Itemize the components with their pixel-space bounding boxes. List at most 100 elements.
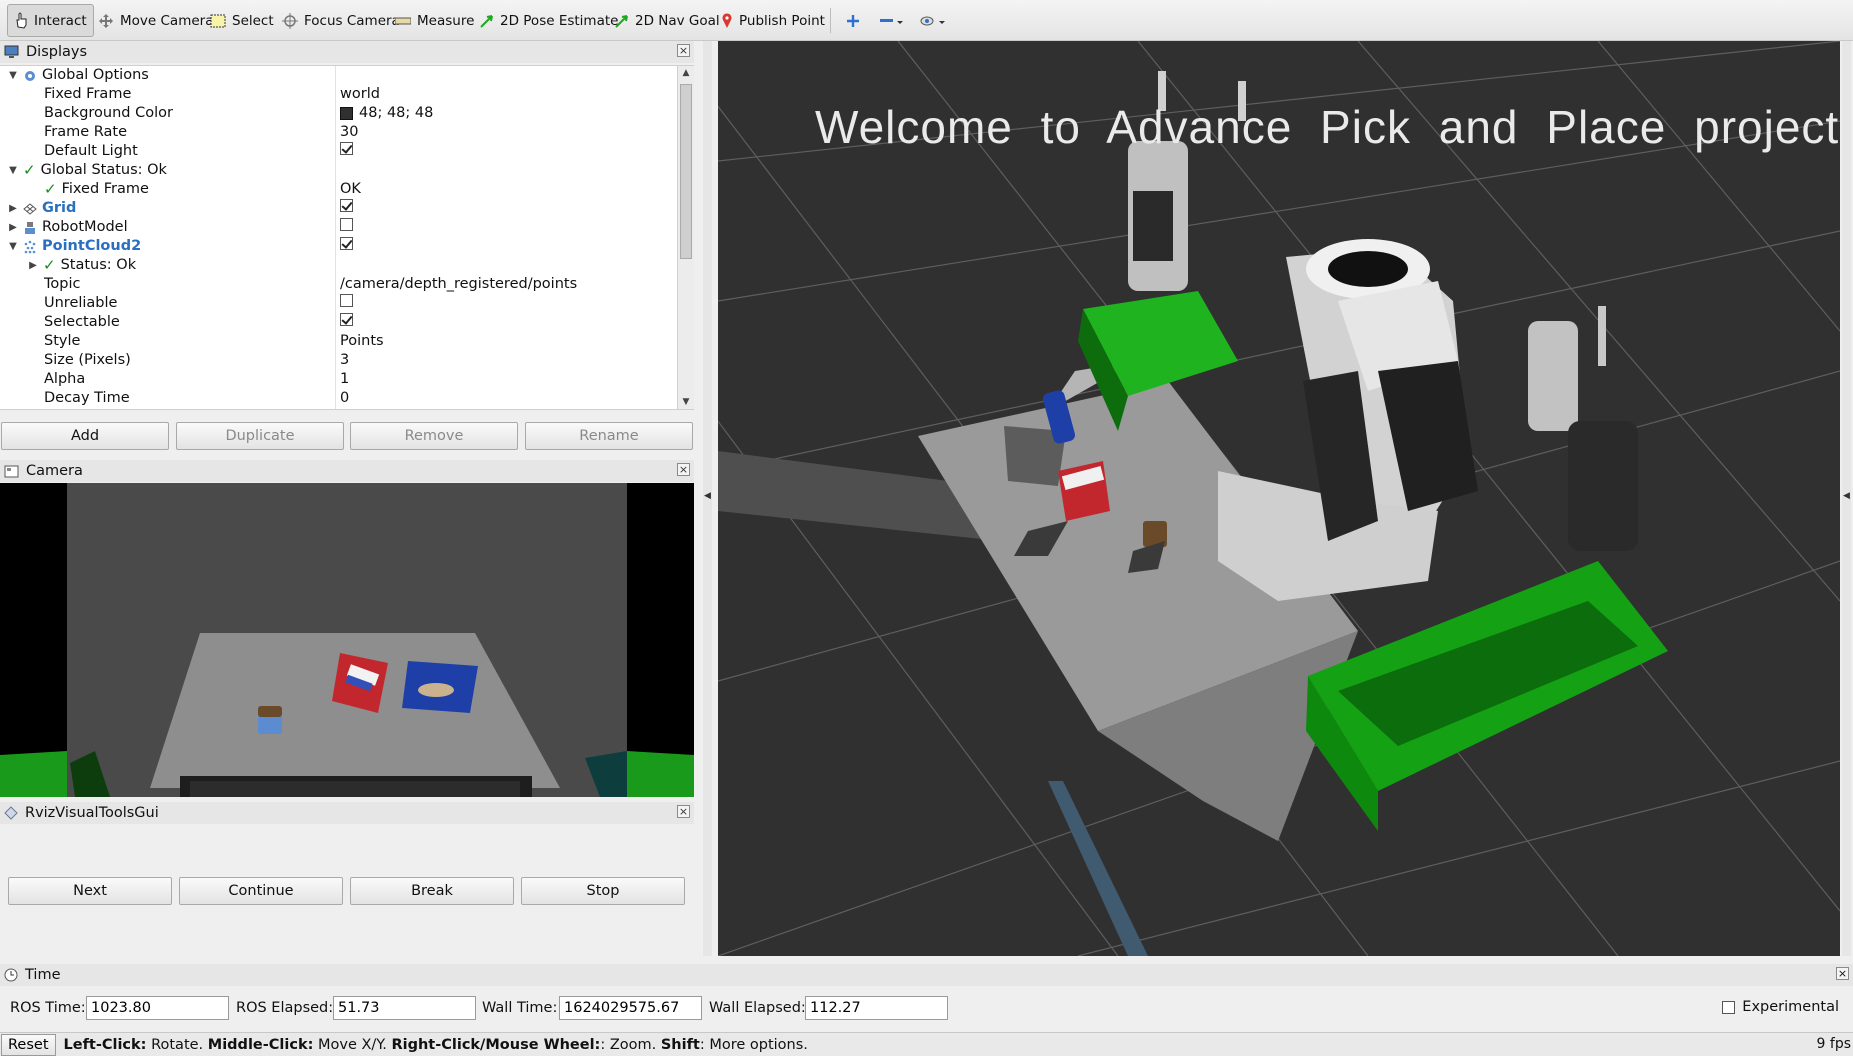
expand-arrow-icon[interactable]: ▶ [8, 218, 18, 237]
expand-arrow-icon[interactable]: ▶ [28, 256, 38, 275]
ros-elapsed-label: ROS Elapsed: [236, 1000, 334, 1016]
tree-row-unreliable[interactable]: Unreliable [0, 294, 676, 313]
tree-row-fixed-frame[interactable]: Fixed Frame world [0, 85, 676, 104]
publish-point-tool-button[interactable]: Publish Point [715, 4, 831, 37]
hint-key: Right-Click/Mouse Wheel: [391, 1036, 601, 1053]
break-button[interactable]: Break [350, 877, 514, 905]
selectable-checkbox[interactable] [340, 313, 353, 326]
tree-row-label: RobotModel [42, 219, 128, 235]
tree-row-pc-status[interactable]: ▶ ✓ Status: Ok [0, 256, 676, 275]
tree-row-background-color[interactable]: Background Color 48; 48; 48 [0, 104, 676, 123]
tree-row-value[interactable]: 0 [340, 389, 349, 408]
move-camera-tool-button[interactable]: Move Camera [92, 4, 219, 37]
pose-estimate-tool-button[interactable]: 2D Pose Estimate [474, 4, 624, 37]
check-ok-icon: ✓ [44, 180, 57, 198]
camera-image-view[interactable] [0, 483, 694, 797]
tree-row-grid[interactable]: ▶ Grid [0, 199, 676, 218]
next-button[interactable]: Next [8, 877, 172, 905]
ros-time-field[interactable] [86, 996, 229, 1020]
focus-camera-tool-button[interactable]: Focus Camera [276, 4, 406, 37]
tree-row-value[interactable]: 1 [340, 370, 349, 389]
collapse-arrow-icon[interactable]: ▼ [8, 161, 18, 180]
tree-row-status-fixed-frame[interactable]: ✓ Fixed Frame OK [0, 180, 676, 199]
tree-row-pointcloud2[interactable]: ▼ PointCloud2 [0, 237, 676, 256]
view-options-dropdown[interactable] [914, 4, 952, 37]
right-dock-splitter[interactable]: ◀ [1842, 41, 1851, 956]
hint-desc: Rotate. [146, 1036, 208, 1053]
scroll-up-arrow-icon[interactable]: ▲ [680, 68, 692, 80]
tree-row-decay-time[interactable]: Decay Time 0 [0, 389, 676, 408]
tree-row-size-pixels[interactable]: Size (Pixels) 3 [0, 351, 676, 370]
remove-tool-dropdown[interactable] [874, 4, 910, 37]
snack-item [258, 706, 282, 734]
duplicate-display-button[interactable]: Duplicate [176, 422, 344, 450]
expand-arrow-icon[interactable]: ▶ [8, 199, 18, 218]
tree-row-frame-rate[interactable]: Frame Rate 30 [0, 123, 676, 142]
displays-scrollbar[interactable]: ▲ ▼ [677, 66, 694, 409]
remove-display-button[interactable]: Remove [350, 422, 518, 450]
point-cloud-checkbox[interactable] [340, 237, 353, 250]
ros-elapsed-field[interactable] [333, 996, 476, 1020]
hand-pointer-icon [16, 12, 27, 29]
experimental-toggle[interactable]: Experimental [1722, 999, 1839, 1015]
hint-desc: Move X/Y. [313, 1036, 392, 1053]
reset-button[interactable]: Reset [1, 1033, 56, 1056]
tree-row-label: Fixed Frame [61, 181, 149, 197]
status-bar: Reset Left-Click: Rotate. Middle-Click: … [0, 1032, 1853, 1056]
minus-dropdown-icon [880, 18, 903, 24]
tree-row-global-options[interactable]: ▼ Global Options [0, 66, 676, 85]
tree-row-value[interactable]: 3 [340, 351, 349, 370]
scroll-down-arrow-icon[interactable]: ▼ [680, 397, 692, 409]
continue-button[interactable]: Continue [179, 877, 343, 905]
tree-row-selectable[interactable]: Selectable [0, 313, 676, 332]
3d-scene-render [718, 41, 1840, 956]
tree-row-style[interactable]: Style Points [0, 332, 676, 351]
tree-row-global-status[interactable]: ▼ ✓ Global Status: Ok [0, 161, 676, 180]
stop-button[interactable]: Stop [521, 877, 685, 905]
tree-row-robot-model[interactable]: ▶ RobotModel [0, 218, 676, 237]
wall-elapsed-field[interactable] [805, 996, 948, 1020]
green-arrow-icon [615, 14, 628, 28]
tree-row-label: Default Light [44, 143, 138, 159]
add-display-button[interactable]: Add [1, 422, 169, 450]
tree-row-topic[interactable]: Topic /camera/depth_registered/points [0, 275, 676, 294]
interact-tool-button[interactable]: Interact [7, 4, 94, 37]
wall-time-field[interactable] [559, 996, 702, 1020]
close-icon[interactable]: × [1836, 967, 1849, 980]
collapse-arrow-icon[interactable]: ▼ [8, 66, 18, 85]
toolbar-separator [830, 8, 831, 33]
color-swatch[interactable] [340, 107, 353, 120]
render-3d-view[interactable]: Welcome to Advance Pick and Place projec… [718, 41, 1840, 956]
close-icon[interactable]: × [677, 805, 690, 818]
tree-row-value[interactable]: world [340, 85, 380, 104]
close-icon[interactable]: × [677, 44, 690, 57]
displays-tree[interactable]: ▼ Global Options Fixed Frame world Backg… [0, 65, 694, 410]
select-tool-button[interactable]: Select [204, 4, 280, 37]
grid-enabled-checkbox[interactable] [340, 199, 353, 212]
collapse-right-arrow-icon[interactable]: ◀ [1843, 491, 1850, 501]
tree-row-value[interactable]: Points [340, 332, 384, 351]
default-light-checkbox[interactable] [340, 142, 353, 155]
collapse-left-arrow-icon[interactable]: ◀ [704, 491, 711, 501]
unreliable-checkbox[interactable] [340, 294, 353, 307]
close-icon[interactable]: × [677, 463, 690, 476]
nav-goal-tool-button[interactable]: 2D Nav Goal [609, 4, 726, 37]
tree-row-value[interactable]: 30 [340, 123, 358, 142]
move-camera-icon [99, 13, 113, 28]
tree-row-value[interactable]: /camera/depth_registered/points [340, 275, 577, 294]
tree-row-alpha[interactable]: Alpha 1 [0, 370, 676, 389]
add-tool-button[interactable] [840, 4, 866, 37]
time-panel-title: Time [25, 967, 61, 983]
measure-tool-button[interactable]: Measure [389, 4, 480, 37]
experimental-checkbox[interactable] [1722, 1000, 1736, 1014]
camera-scene-image [0, 483, 694, 797]
tree-row-default-light[interactable]: Default Light [0, 142, 676, 161]
robot-model-checkbox[interactable] [340, 218, 353, 231]
collapse-arrow-icon[interactable]: ▼ [8, 237, 18, 256]
tree-row-value: OK [340, 181, 361, 197]
rename-display-button[interactable]: Rename [525, 422, 693, 450]
left-dock-splitter[interactable]: ◀ [703, 41, 712, 956]
tree-row-label: Fixed Frame [44, 86, 132, 102]
tree-row-value[interactable]: 48; 48; 48 [359, 104, 433, 123]
scrollbar-thumb[interactable] [680, 84, 692, 259]
